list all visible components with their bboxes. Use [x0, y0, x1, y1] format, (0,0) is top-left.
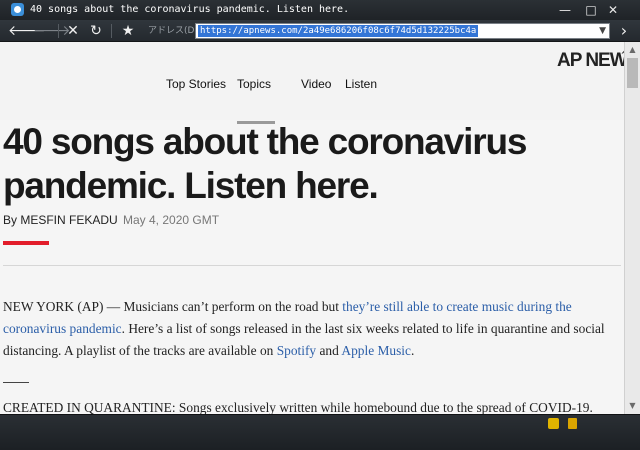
- byline: By MESFIN FEKADU: [3, 213, 118, 227]
- ap-news-logo[interactable]: AP NEWS: [557, 50, 624, 72]
- browser-toolbar: 🡐 🡒 ✕ ↻ ★ アドレス(D) https://apnews.com/2a4…: [0, 20, 640, 42]
- apple-music-link[interactable]: Apple Music: [341, 343, 411, 358]
- window-title: 40 songs about the coronavirus pandemic.…: [30, 4, 350, 15]
- paragraph-text: and: [316, 343, 342, 358]
- minimize-button[interactable]: —: [556, 2, 574, 18]
- chevron-down-icon[interactable]: ▼: [599, 24, 606, 38]
- back-arrow-icon[interactable]: 🡐: [8, 22, 46, 40]
- scrollbar-thumb[interactable]: [627, 58, 638, 88]
- paragraph-text: NEW YORK (AP) — Musicians can’t perform …: [3, 299, 343, 314]
- stop-icon[interactable]: ✕: [63, 22, 83, 40]
- address-url[interactable]: https://apnews.com/2a49e686206f08c6f74d5…: [198, 25, 479, 37]
- close-button[interactable]: ✕: [604, 2, 622, 18]
- nav-top-stories[interactable]: Top Stories: [166, 77, 226, 91]
- maximize-button[interactable]: □: [582, 2, 600, 18]
- spotify-link[interactable]: Spotify: [277, 343, 316, 358]
- toolbar-separator: [58, 24, 59, 38]
- forward-arrow-icon[interactable]: 🡒: [33, 22, 71, 40]
- nav-topics[interactable]: Topics: [237, 77, 271, 91]
- title-bar: 40 songs about the coronavirus pandemic.…: [0, 0, 640, 20]
- favorite-star-icon[interactable]: ★: [118, 22, 138, 40]
- reload-icon[interactable]: ↻: [86, 22, 106, 40]
- vertical-scrollbar[interactable]: ▲ ▼: [624, 42, 640, 414]
- nav-video[interactable]: Video: [301, 77, 331, 91]
- paragraph-text: .: [410, 343, 415, 358]
- accent-bar: [3, 241, 49, 245]
- address-bar[interactable]: https://apnews.com/2a49e686206f08c6f74d5…: [195, 23, 610, 39]
- security-zone-icon[interactable]: [548, 418, 559, 429]
- page-viewport: AP NEWS ^ Top Stories Topics Video Liste…: [0, 42, 624, 414]
- scroll-down-icon[interactable]: ▼: [625, 399, 640, 413]
- scroll-up-icon[interactable]: ▲: [625, 43, 640, 57]
- article-paragraph: NEW YORK (AP) — Musicians can’t perform …: [3, 296, 623, 362]
- article-headline: 40 songs about the coronavirus pandemic.…: [3, 121, 527, 206]
- lock-icon[interactable]: [568, 418, 577, 429]
- article-paragraph-2: CREATED IN QUARANTINE: Songs exclusively…: [3, 400, 593, 414]
- browser-icon: [11, 3, 24, 16]
- section-rule: [3, 382, 29, 383]
- status-bar: [0, 415, 640, 450]
- site-header: AP NEWS ^ Top Stories Topics Video Liste…: [0, 42, 624, 120]
- nav-listen[interactable]: Listen: [345, 77, 377, 91]
- address-label: アドレス(D): [148, 26, 198, 36]
- publish-date: May 4, 2020 GMT: [123, 213, 220, 227]
- go-arrow-icon[interactable]: ›: [614, 22, 634, 40]
- divider: [3, 265, 621, 266]
- toolbar-separator: [111, 24, 112, 38]
